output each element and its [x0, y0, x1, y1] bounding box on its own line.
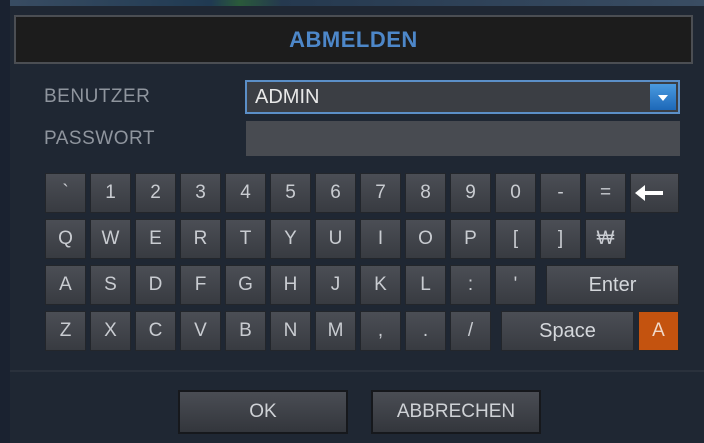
key-comma[interactable]: ,: [360, 311, 401, 351]
user-label: BENUTZER: [44, 86, 151, 107]
key-e[interactable]: E: [135, 219, 176, 259]
password-field[interactable]: [246, 121, 680, 156]
key-d[interactable]: D: [135, 265, 176, 305]
window-left-edge: [0, 0, 10, 443]
key-period[interactable]: .: [405, 311, 446, 351]
key-s[interactable]: S: [90, 265, 131, 305]
space-key[interactable]: Space: [501, 311, 634, 351]
user-select[interactable]: ADMIN: [245, 80, 680, 114]
key-r[interactable]: R: [180, 219, 221, 259]
key-t[interactable]: T: [225, 219, 266, 259]
key-p[interactable]: P: [450, 219, 491, 259]
key-a[interactable]: A: [45, 265, 86, 305]
key-won[interactable]: ₩: [585, 219, 626, 259]
key-f[interactable]: F: [180, 265, 221, 305]
user-select-value: ADMIN: [255, 86, 320, 108]
key-0[interactable]: 0: [495, 173, 536, 213]
key-x[interactable]: X: [90, 311, 131, 351]
key-y[interactable]: Y: [270, 219, 311, 259]
key-k[interactable]: K: [360, 265, 401, 305]
key-q[interactable]: Q: [45, 219, 86, 259]
enter-key[interactable]: Enter: [546, 265, 679, 305]
key-5[interactable]: 5: [270, 173, 311, 213]
key-b[interactable]: B: [225, 311, 266, 351]
dialog-title: ABMELDEN: [289, 27, 418, 52]
key-right-bracket[interactable]: ]: [540, 219, 581, 259]
chevron-down-icon[interactable]: [650, 84, 676, 110]
key-g[interactable]: G: [225, 265, 266, 305]
ok-button[interactable]: OK: [178, 390, 348, 434]
key-l[interactable]: L: [405, 265, 446, 305]
key-7[interactable]: 7: [360, 173, 401, 213]
key-left-bracket[interactable]: [: [495, 219, 536, 259]
key-c[interactable]: C: [135, 311, 176, 351]
key-u[interactable]: U: [315, 219, 356, 259]
key-apostrophe[interactable]: ': [495, 265, 536, 305]
key-colon[interactable]: :: [450, 265, 491, 305]
key-2[interactable]: 2: [135, 173, 176, 213]
key-j[interactable]: J: [315, 265, 356, 305]
cancel-button[interactable]: ABBRECHEN: [371, 390, 541, 434]
key-m[interactable]: M: [315, 311, 356, 351]
key-4[interactable]: 4: [225, 173, 266, 213]
key-minus[interactable]: -: [540, 173, 581, 213]
title-bar: ABMELDEN: [14, 15, 693, 64]
key-6[interactable]: 6: [315, 173, 356, 213]
key-n[interactable]: N: [270, 311, 311, 351]
case-toggle-key[interactable]: A: [638, 311, 679, 351]
login-dialog: ABMELDEN BENUTZER ADMIN PASSWORT ` 1 2 3…: [0, 0, 704, 443]
key-w[interactable]: W: [90, 219, 131, 259]
password-label: PASSWORT: [44, 128, 155, 149]
backspace-key[interactable]: [630, 173, 679, 213]
key-9[interactable]: 9: [450, 173, 491, 213]
key-1[interactable]: 1: [90, 173, 131, 213]
window-top-strip: [0, 0, 704, 6]
key-v[interactable]: V: [180, 311, 221, 351]
key-3[interactable]: 3: [180, 173, 221, 213]
key-o[interactable]: O: [405, 219, 446, 259]
left-arrow-icon: [631, 174, 678, 212]
key-h[interactable]: H: [270, 265, 311, 305]
key-slash[interactable]: /: [450, 311, 491, 351]
key-equals[interactable]: =: [585, 173, 626, 213]
key-z[interactable]: Z: [45, 311, 86, 351]
footer-divider: [10, 370, 704, 372]
key-8[interactable]: 8: [405, 173, 446, 213]
key-backtick[interactable]: `: [45, 173, 86, 213]
key-i[interactable]: I: [360, 219, 401, 259]
